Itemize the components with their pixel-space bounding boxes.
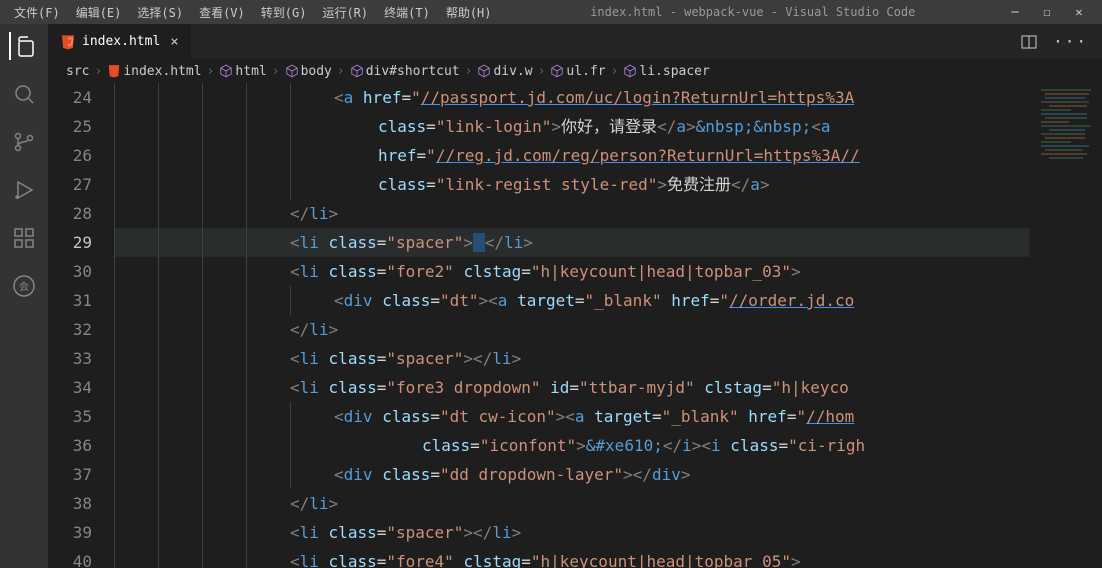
symbol-icon <box>219 64 233 78</box>
breadcrumb-separator-icon: › <box>535 64 549 79</box>
menu-item[interactable]: 查看(V) <box>193 4 251 21</box>
breadcrumb-item[interactable]: div#shortcut <box>366 64 460 79</box>
symbol-icon <box>477 64 491 78</box>
html-file-icon <box>107 64 121 78</box>
code-line[interactable]: </li> <box>114 315 1030 344</box>
code-line[interactable]: <li class="fore4" clstag="h|keycount|hea… <box>114 547 1030 568</box>
code-line[interactable]: </li> <box>114 199 1030 228</box>
menu-item[interactable]: 选择(S) <box>131 4 189 21</box>
window-title: index.html - webpack-vue - Visual Studio… <box>498 5 1009 19</box>
line-gutter: 2425262728293031323334353637383940 <box>48 83 114 568</box>
tab-index-html[interactable]: index.html × <box>48 24 192 59</box>
breadcrumb-separator-icon: › <box>204 64 218 79</box>
breadcrumb-separator-icon: › <box>462 64 476 79</box>
tab-bar: index.html × ··· <box>48 24 1102 59</box>
code-line[interactable]: </li> <box>114 489 1030 518</box>
breadcrumb-item[interactable]: html <box>235 64 266 79</box>
symbol-icon <box>350 64 364 78</box>
code-line[interactable]: <li class="spacer"></li> <box>114 344 1030 373</box>
breadcrumb-item[interactable]: li.spacer <box>639 64 709 79</box>
menu-item[interactable]: 帮助(H) <box>440 4 498 21</box>
breadcrumbs[interactable]: src› index.html› html› body› div#shortcu… <box>48 59 1102 83</box>
breadcrumb-item[interactable]: body <box>301 64 332 79</box>
symbol-icon <box>623 64 637 78</box>
tab-close-icon[interactable]: × <box>170 34 178 50</box>
code-line[interactable]: <div class="dt cw-icon"><a target="_blan… <box>114 402 1030 431</box>
titlebar: 文件(F)编辑(E)选择(S)查看(V)转到(G)运行(R)终端(T)帮助(H)… <box>0 0 1102 24</box>
breadcrumb-item[interactable]: div.w <box>493 64 532 79</box>
code-content[interactable]: <a href="//passport.jd.com/uc/login?Retu… <box>114 83 1030 568</box>
explorer-icon[interactable] <box>9 32 37 60</box>
menu-item[interactable]: 终端(T) <box>378 4 436 21</box>
symbol-icon <box>285 64 299 78</box>
menu-item[interactable]: 编辑(E) <box>70 4 128 21</box>
code-line[interactable]: <div class="dd dropdown-layer"></div> <box>114 460 1030 489</box>
svg-text:会: 会 <box>19 280 29 293</box>
activity-bar: 会 <box>0 24 48 568</box>
run-debug-icon[interactable] <box>10 176 38 204</box>
code-line[interactable]: class="link-regist style-red">免费注册</a> <box>114 170 1030 199</box>
breadcrumb-item[interactable]: ul.fr <box>566 64 605 79</box>
breadcrumb-separator-icon: › <box>91 64 105 79</box>
account-icon[interactable]: 会 <box>10 272 38 300</box>
code-editor[interactable]: 2425262728293031323334353637383940 <a hr… <box>48 83 1030 568</box>
code-line[interactable]: <li class="fore2" clstag="h|keycount|hea… <box>114 257 1030 286</box>
tab-label: index.html <box>82 34 160 49</box>
breadcrumb-separator-icon: › <box>334 64 348 79</box>
search-icon[interactable] <box>10 80 38 108</box>
code-line[interactable]: <li class="fore3 dropdown" id="ttbar-myj… <box>114 373 1030 402</box>
code-line[interactable]: <div class="dt"><a target="_blank" href=… <box>114 286 1030 315</box>
minimize-button[interactable]: ─ <box>1008 5 1022 19</box>
source-control-icon[interactable] <box>10 128 38 156</box>
window-controls: ─ ☐ ✕ <box>1008 5 1094 19</box>
html-file-icon <box>60 34 76 50</box>
menu-item[interactable]: 文件(F) <box>8 4 66 21</box>
code-line[interactable]: <li class="spacer"> </li> <box>114 228 1030 257</box>
menu-item[interactable]: 转到(G) <box>255 4 313 21</box>
symbol-icon <box>550 64 564 78</box>
more-actions-icon[interactable]: ··· <box>1053 32 1088 51</box>
code-line[interactable]: href="//reg.jd.com/reg/person?ReturnUrl=… <box>114 141 1030 170</box>
close-button[interactable]: ✕ <box>1072 5 1086 19</box>
breadcrumb-separator-icon: › <box>269 64 283 79</box>
code-line[interactable]: <a href="//passport.jd.com/uc/login?Retu… <box>114 83 1030 112</box>
menubar: 文件(F)编辑(E)选择(S)查看(V)转到(G)运行(R)终端(T)帮助(H) <box>8 4 498 21</box>
code-line[interactable]: class="link-login">你好，请登录</a>&nbsp;&nbsp… <box>114 112 1030 141</box>
breadcrumb-separator-icon: › <box>608 64 622 79</box>
code-line[interactable]: class="iconfont">&#xe610;</i><i class="c… <box>114 431 1030 460</box>
code-line[interactable]: <li class="spacer"></li> <box>114 518 1030 547</box>
maximize-button[interactable]: ☐ <box>1040 5 1054 19</box>
extensions-icon[interactable] <box>10 224 38 252</box>
breadcrumb-item[interactable]: index.html <box>123 64 201 79</box>
menu-item[interactable]: 运行(R) <box>316 4 374 21</box>
breadcrumb-item[interactable]: src <box>66 64 89 79</box>
minimap[interactable] <box>1030 83 1102 568</box>
split-editor-icon[interactable] <box>1021 34 1037 50</box>
